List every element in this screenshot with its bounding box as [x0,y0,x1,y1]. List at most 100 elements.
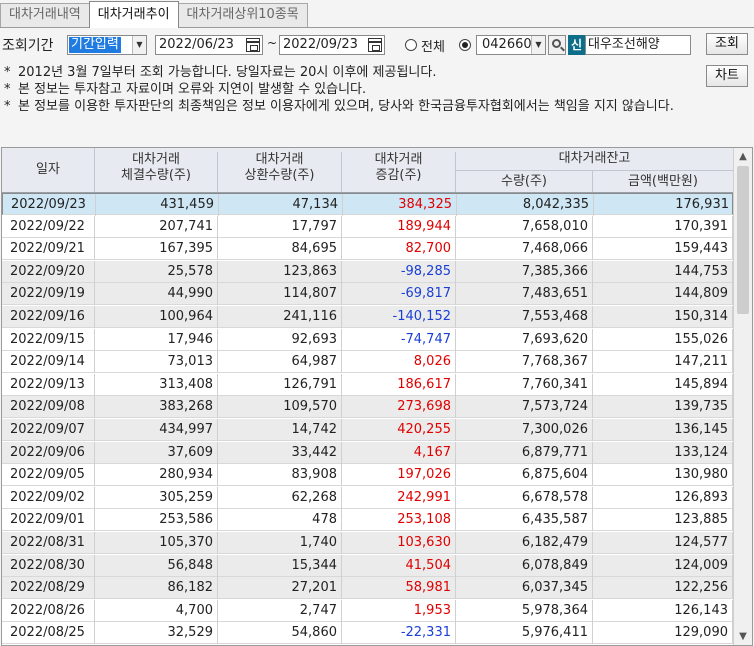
cell-change: 8,026 [342,351,456,374]
cell-repay: 1,740 [218,532,342,554]
search-button[interactable]: 조회 [706,33,748,55]
cell-amt: 150,314 [593,306,733,328]
scroll-thumb[interactable] [737,166,749,314]
start-date-field[interactable]: 2022/06/23 [155,35,263,55]
cell-repay: 123,863 [218,260,342,283]
table-row[interactable]: 2022/09/14 73,013 64,987 8,026 7,768,367 147,… [2,351,733,374]
calendar-icon[interactable] [368,38,382,52]
cell-amt: 124,009 [593,554,733,577]
scroll-up-icon[interactable]: ▲ [734,148,752,165]
cell-exec: 434,997 [95,419,218,441]
cell-amt: 123,885 [593,509,733,532]
cell-repay: 92,693 [218,328,342,351]
end-date-field[interactable]: 2022/09/23 [279,35,385,55]
radio-code[interactable] [459,39,471,51]
table-row[interactable]: 2022/08/25 32,529 54,860 -22,331 5,976,411 12… [2,622,733,645]
cell-exec: 17,946 [95,328,218,351]
table-row[interactable]: 2022/09/02 305,259 62,268 242,991 6,678,578 1… [2,486,733,509]
chevron-down-icon[interactable]: ▼ [132,36,146,54]
cell-exec: 56,848 [95,554,218,577]
notice-item: * 2012년 3월 7일부터 조회 가능합니다. 당일자료는 20시 이후에 제… [4,64,754,81]
scroll-down-icon[interactable]: ▼ [734,628,752,645]
table-row[interactable]: 2022/09/01 253,586 478 253,108 6,435,587 123,… [2,509,733,532]
stock-search-button[interactable] [548,35,566,55]
table-row[interactable]: 2022/09/06 37,609 33,442 4,167 6,879,771 133,… [2,441,733,464]
radio-all[interactable] [405,39,417,51]
cell-date: 2022/09/15 [2,328,95,351]
new-badge: 신 [568,35,585,55]
cell-qty: 6,182,479 [456,532,593,554]
period-mode-select[interactable]: 기간입력 ▼ [67,35,147,55]
tab-top10-stocks[interactable]: 대차거래상위10종목 [177,3,308,27]
cell-amt: 144,809 [593,283,733,306]
table-row[interactable]: 2022/09/15 17,946 92,693 -74,747 7,693,620 15… [2,328,733,351]
table-row[interactable]: 2022/09/21 167,395 84,695 82,700 7,468,066 15… [2,238,733,261]
table-row[interactable]: 2022/08/29 86,182 27,201 58,981 6,037,345 122… [2,577,733,600]
header-balance-amt: 금액(백만원) [593,170,733,192]
cell-repay: 2,747 [218,599,342,622]
stock-code-value: 042660 [482,37,532,52]
cell-date: 2022/09/06 [2,441,95,464]
cell-qty: 7,658,010 [456,215,593,238]
cell-qty: 7,768,367 [456,351,593,374]
table-row[interactable]: 2022/09/20 25,578 123,863 -98,285 7,385,366 1… [2,260,733,283]
cell-exec: 105,370 [95,532,218,554]
table-row[interactable]: 2022/08/26 4,700 2,747 1,953 5,978,364 126,14… [2,599,733,622]
cell-exec: 37,609 [95,441,218,464]
cell-date: 2022/09/19 [2,283,95,306]
cell-repay: 114,807 [218,283,342,306]
vertical-scrollbar[interactable]: ▲ ▼ [733,148,752,645]
cell-repay: 47,134 [219,194,343,216]
stock-code-select[interactable]: 042660 ▼ [476,35,546,55]
table-row[interactable]: 2022/09/07 434,997 14,742 420,255 7,300,026 1… [2,419,733,441]
calendar-icon[interactable] [246,38,260,52]
chevron-down-icon[interactable]: ▼ [531,36,545,54]
cell-amt: 130,980 [593,464,733,487]
tab-lending-history[interactable]: 대차거래내역 [0,3,90,27]
header-balance-qty-text: 수량(주) [500,174,548,189]
table-row[interactable]: 2022/09/13 313,408 126,791 186,617 7,760,341… [2,373,733,396]
cell-exec: 207,741 [95,215,218,238]
cell-date: 2022/09/21 [2,238,95,261]
cell-repay: 17,797 [218,215,342,238]
table-row[interactable]: 2022/09/05 280,934 83,908 197,026 6,875,604 1… [2,464,733,487]
header-exec-qty: 대차거래 체결수량(주) [95,152,218,192]
cell-exec: 383,268 [95,396,218,419]
cell-repay: 478 [218,509,342,532]
cell-change: 41,504 [342,554,456,577]
header-change-line1: 대차거래 [374,152,423,167]
table-row[interactable]: 2022/09/16 100,964 241,116 -140,152 7,553,46… [2,306,733,328]
period-mode-value: 기간입력 [69,37,121,53]
cell-change: 58,981 [342,577,456,600]
table-row[interactable]: 2022/09/19 44,990 114,807 -69,817 7,483,651 1… [2,283,733,306]
table-row[interactable]: 2022/09/08 383,268 109,570 273,698 7,573,724… [2,396,733,419]
table-row[interactable]: 2022/09/23 431,459 47,134 384,325 8,042,335 1… [2,193,734,216]
header-repay-line2: 상환수량(주) [244,168,315,183]
cell-repay: 54,860 [218,622,342,645]
cell-exec: 313,408 [95,373,218,396]
table-row[interactable]: 2022/09/22 207,741 17,797 189,944 7,658,010 1… [2,215,733,238]
cell-date: 2022/09/23 [3,194,96,216]
date-range-separator: ~ [267,36,278,50]
cell-repay: 64,987 [218,351,342,374]
cell-qty: 7,300,026 [456,419,593,441]
cell-amt: 124,577 [593,532,733,554]
table-row[interactable]: 2022/08/30 56,848 15,344 41,504 6,078,849 124… [2,554,733,577]
search-icon-handle [560,46,565,52]
header-balance-qty: 수량(주) [456,170,593,192]
cell-amt: 126,893 [593,486,733,509]
cell-repay: 109,570 [218,396,342,419]
cell-qty: 7,553,468 [456,306,593,328]
tab-lending-trend[interactable]: 대차거래추이 [88,1,179,28]
cell-exec: 100,964 [95,306,218,328]
cell-date: 2022/09/08 [2,396,95,419]
cell-repay: 84,695 [218,238,342,261]
cell-exec: 86,182 [95,577,218,600]
notice-text: 본 정보는 투자참고 자료이며 오류와 지연이 발생할 수 있습니다. [18,82,367,97]
cell-amt: 170,391 [593,215,733,238]
start-date-value: 2022/06/23 [159,37,234,52]
cell-date: 2022/09/20 [2,260,95,283]
cell-date: 2022/09/14 [2,351,95,374]
table-row[interactable]: 2022/08/31 105,370 1,740 103,630 6,182,479 12… [2,532,733,554]
cell-date: 2022/09/01 [2,509,95,532]
